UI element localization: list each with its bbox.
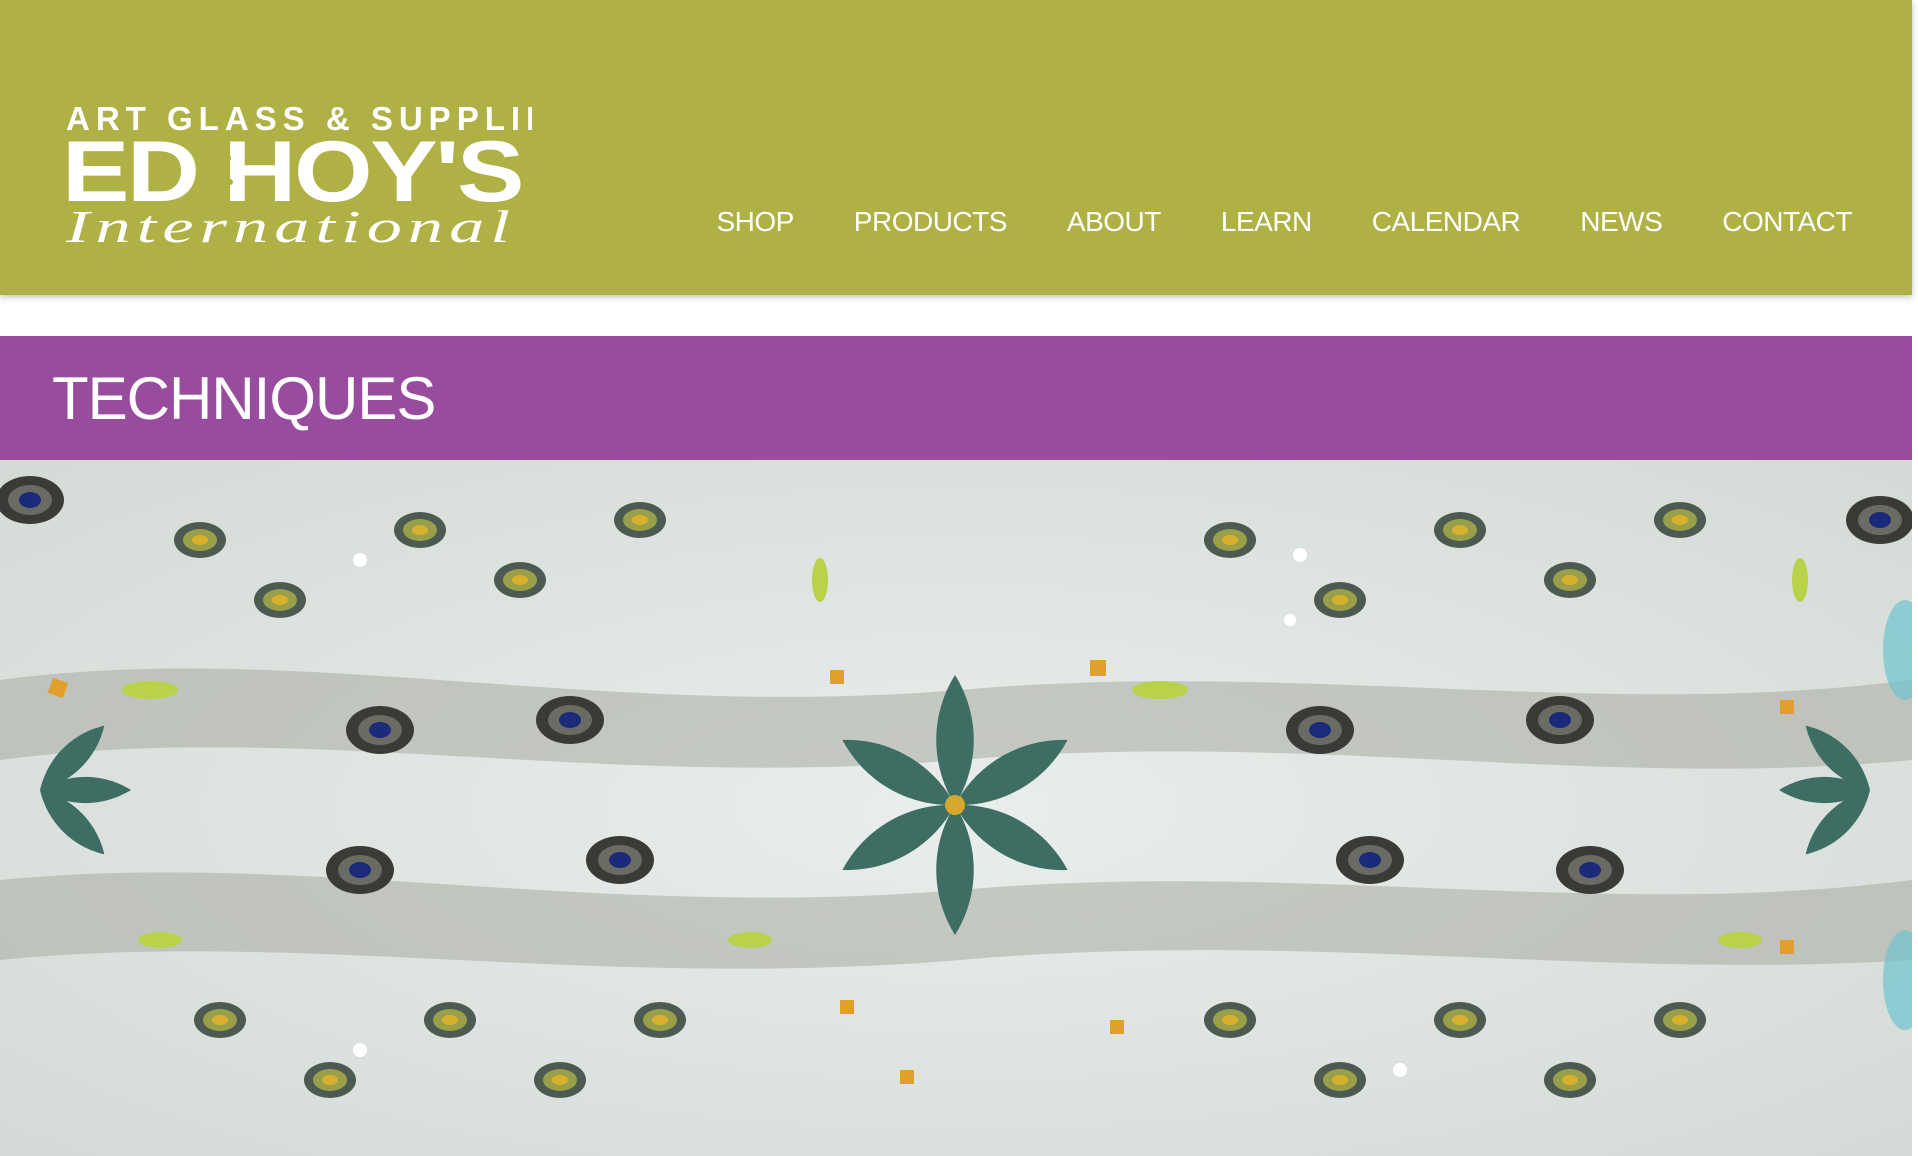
nav-learn[interactable]: LEARN [1221, 200, 1312, 244]
main-nav: SHOP PRODUCTS ABOUT LEARN CALENDAR NEWS … [656, 200, 1852, 244]
kaleidoscope-glass-image [0, 460, 1912, 1156]
site-logo[interactable]: ART GLASS & SUPPLIES ED HOY'S Internatio… [62, 100, 532, 256]
hero-image [0, 460, 1912, 1156]
page-title-banner: TECHNIQUES [0, 336, 1912, 460]
logo-sub: International [64, 201, 516, 252]
nav-news[interactable]: NEWS [1580, 200, 1663, 244]
nav-contact[interactable]: CONTACT [1722, 200, 1852, 244]
nav-products[interactable]: PRODUCTS [854, 200, 1008, 244]
nav-calendar[interactable]: CALENDAR [1372, 200, 1521, 244]
site-header: ART GLASS & SUPPLIES ED HOY'S Internatio… [0, 0, 1912, 295]
nav-about[interactable]: ABOUT [1067, 200, 1161, 244]
page-title: TECHNIQUES [52, 365, 436, 432]
logo-graphic: ART GLASS & SUPPLIES ED HOY'S Internatio… [62, 100, 532, 252]
nav-shop[interactable]: SHOP [716, 200, 794, 244]
